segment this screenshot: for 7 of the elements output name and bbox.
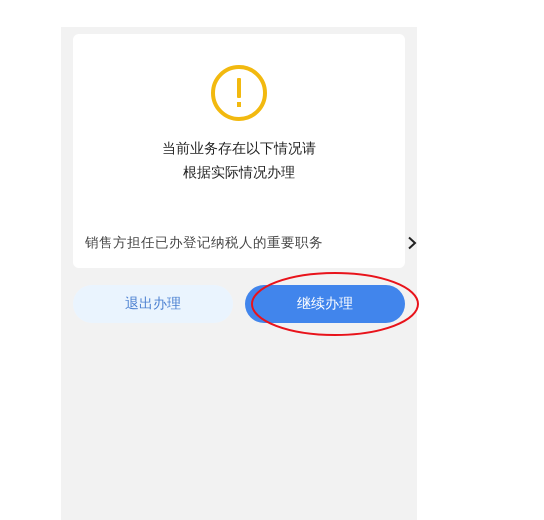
warning-icon xyxy=(210,64,268,122)
issue-item[interactable]: 销售方担任已办登记纳税人的重要职务 xyxy=(85,234,323,252)
exit-button[interactable]: 退出办理 xyxy=(73,285,233,323)
continue-button[interactable]: 继续办理 xyxy=(245,285,405,323)
notice-message: 当前业务存在以下情况请 xyxy=(162,140,316,158)
chevron-icon[interactable] xyxy=(407,236,417,250)
notice-message: 根据实际情况办理 xyxy=(183,164,295,182)
